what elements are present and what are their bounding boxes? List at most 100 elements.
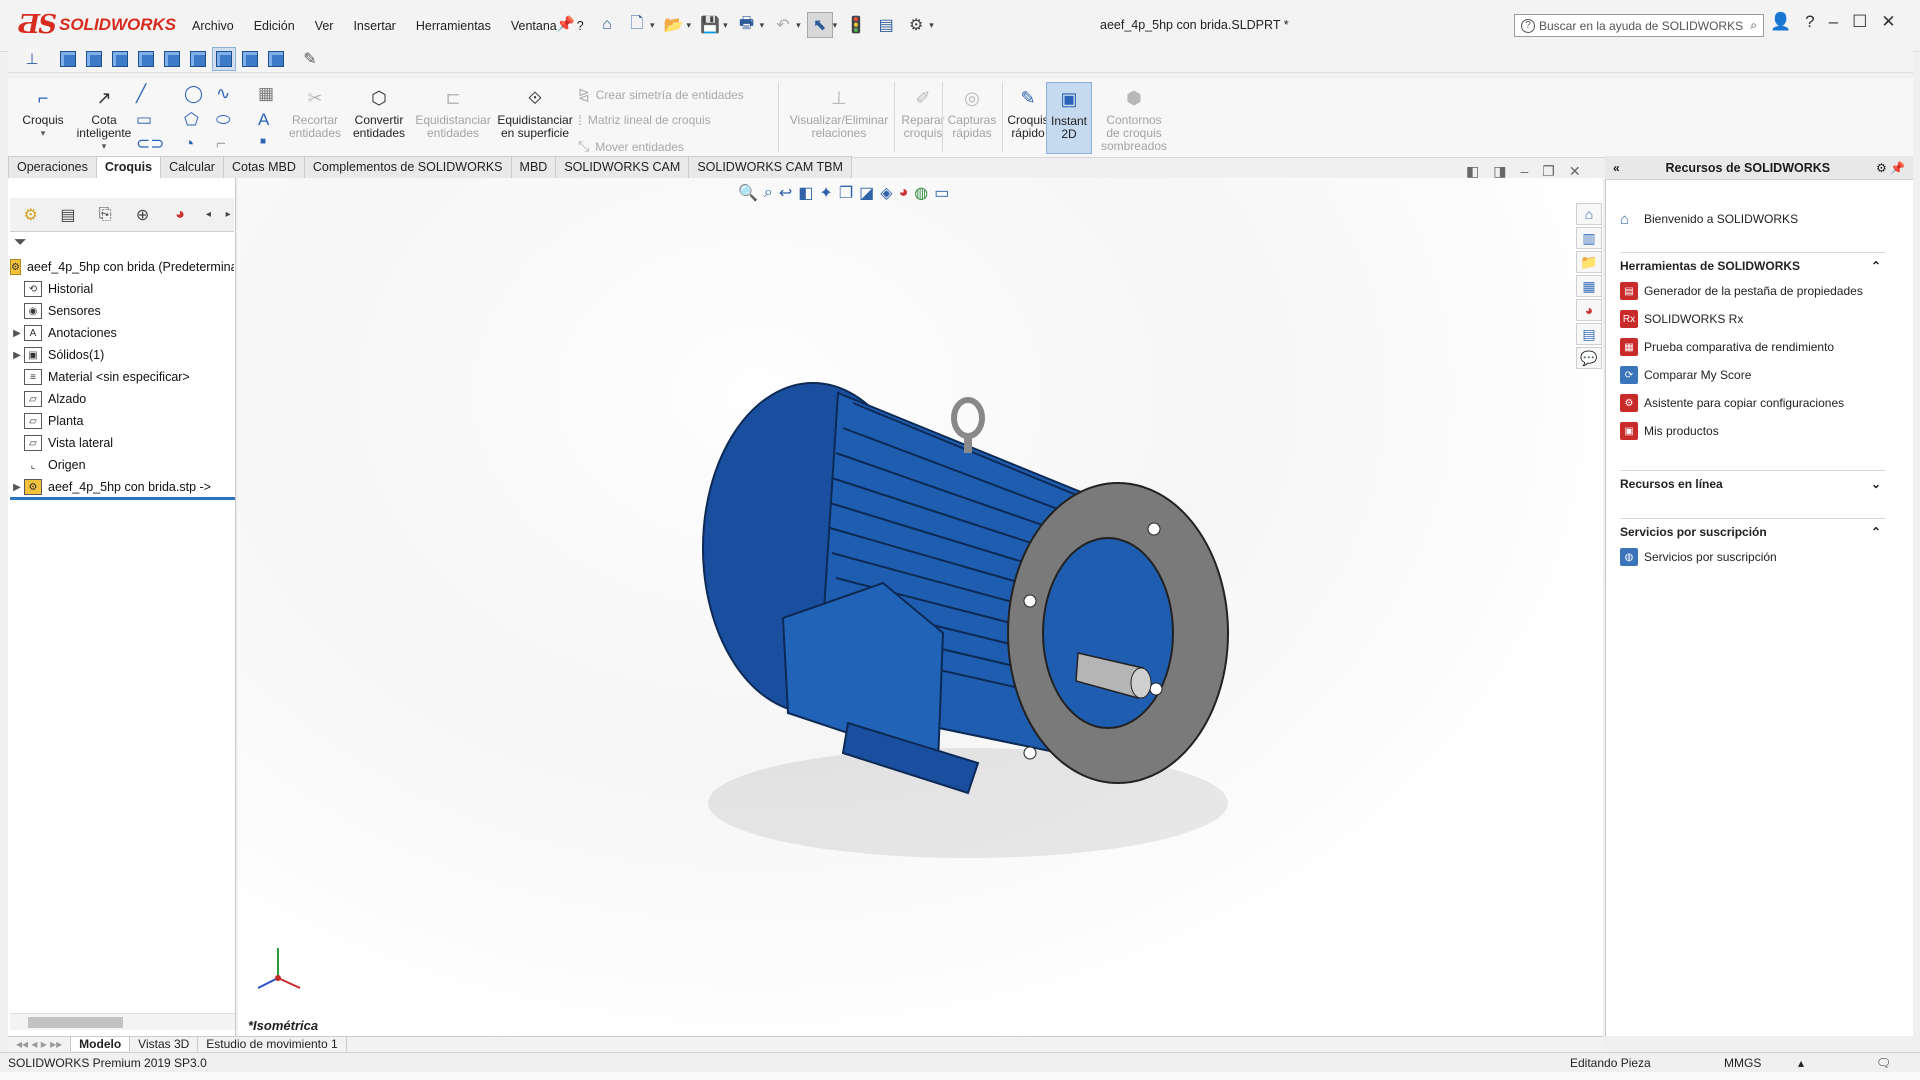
- save-dropdown-icon[interactable]: ▾: [723, 20, 728, 31]
- tab-calcular[interactable]: Calcular: [160, 156, 224, 178]
- view-right-icon[interactable]: [134, 47, 158, 71]
- undo-icon[interactable]: ↶: [770, 12, 796, 38]
- convertir-button[interactable]: ⬡ Convertir entidades: [348, 82, 410, 140]
- file-properties-icon[interactable]: ▤: [873, 12, 899, 38]
- subscription-item[interactable]: ◍ Servicios por suscripción: [1620, 543, 1885, 571]
- feature-manager-icon[interactable]: ⚙: [16, 202, 45, 228]
- cota-inteligente-button[interactable]: ↗ Cota inteligente ▾: [72, 82, 136, 153]
- tree-item-sensores[interactable]: ◉ Sensores: [10, 300, 234, 322]
- chevron-up-icon[interactable]: ⌃: [1871, 259, 1881, 273]
- search-icon[interactable]: ⌕: [1750, 18, 1757, 33]
- view-bottom-icon[interactable]: [186, 47, 210, 71]
- view-dimetric-icon[interactable]: [264, 47, 288, 71]
- view-left-icon[interactable]: [108, 47, 132, 71]
- options-dropdown-icon[interactable]: ▾: [929, 20, 934, 31]
- chevron-up-icon[interactable]: ⌃: [1871, 525, 1881, 539]
- move-entities-button[interactable]: ⤡ Mover entidades: [578, 138, 684, 155]
- previous-view-icon[interactable]: ↩: [779, 183, 792, 203]
- fillet-icon[interactable]: ◔: [184, 134, 194, 154]
- design-library-icon[interactable]: ▥: [1576, 227, 1602, 249]
- visualizar-relaciones-button[interactable]: ⊥ Visualizar/Eliminar relaciones: [784, 82, 894, 140]
- edit-appearance-icon[interactable]: ◕: [899, 184, 909, 202]
- viewport-minimize-icon[interactable]: –: [1520, 163, 1528, 180]
- home-icon[interactable]: ⌂: [594, 12, 620, 38]
- units-selector[interactable]: MMGS: [1724, 1056, 1761, 1070]
- apply-scene-icon[interactable]: ◍: [914, 183, 928, 203]
- menu-herramientas[interactable]: Herramientas: [406, 17, 501, 35]
- hide-show-icon[interactable]: ◈: [880, 183, 892, 203]
- new-document-icon[interactable]: 🗋: [624, 12, 650, 38]
- zoom-to-fit-icon[interactable]: 🔍: [738, 183, 758, 203]
- collapse-pane-icon[interactable]: «: [1613, 161, 1620, 175]
- help-icon[interactable]: ?: [1805, 12, 1814, 32]
- view-top-icon[interactable]: [160, 47, 184, 71]
- print-icon[interactable]: 🖶: [734, 12, 760, 38]
- rollback-bar[interactable]: [10, 497, 235, 500]
- pin-icon[interactable]: 📌: [556, 15, 575, 33]
- file-explorer-icon[interactable]: 📁: [1576, 251, 1602, 273]
- view-front-icon[interactable]: [56, 47, 80, 71]
- chamfer-icon[interactable]: ⌐: [216, 134, 226, 154]
- rebuild-icon[interactable]: 🚦: [843, 12, 869, 38]
- view-back-icon[interactable]: [82, 47, 106, 71]
- view-palette-icon[interactable]: ▦: [1576, 275, 1602, 297]
- minimize-icon[interactable]: –: [1829, 12, 1838, 32]
- chevron-down-icon[interactable]: ⌄: [1871, 477, 1881, 491]
- tree-item-anotaciones[interactable]: ▶ A Anotaciones: [10, 322, 234, 344]
- slot-icon[interactable]: ⊂⊃: [136, 134, 165, 154]
- reparar-croquis-button[interactable]: ✐ Reparar croquis: [894, 82, 952, 140]
- tool-item[interactable]: ⟳ Comparar My Score: [1620, 361, 1885, 389]
- tab-nav-arrows[interactable]: ◂◂ ◂ ▸ ▸▸: [8, 1037, 72, 1051]
- expand-chevron-icon[interactable]: ▶: [10, 482, 24, 493]
- menu-archivo[interactable]: Archivo: [182, 17, 244, 35]
- tree-item-solidos[interactable]: ▶ ▣ Sólidos(1): [10, 344, 234, 366]
- construction-grid-icon[interactable]: ▦: [258, 84, 274, 104]
- normal-to-icon[interactable]: ⊥: [20, 47, 44, 71]
- tab-solidworks-cam-tbm[interactable]: SOLIDWORKS CAM TBM: [688, 156, 852, 178]
- tree-horizontal-scrollbar[interactable]: [10, 1013, 235, 1030]
- tab-estudio-movimiento[interactable]: Estudio de movimiento 1: [198, 1037, 347, 1051]
- tab-solidworks-cam[interactable]: SOLIDWORKS CAM: [555, 156, 690, 178]
- welcome-link[interactable]: ⌂ Bienvenido a SOLIDWORKS: [1620, 205, 1885, 233]
- croquis-button[interactable]: ⌐ Croquis ▾: [14, 82, 72, 140]
- open-icon[interactable]: 📂: [661, 12, 687, 38]
- ellipse-icon[interactable]: ⬭: [216, 110, 231, 130]
- filter-icon[interactable]: ⏷: [14, 234, 27, 252]
- new-dropdown-icon[interactable]: ▾: [650, 20, 655, 31]
- save-icon[interactable]: 💾: [697, 12, 723, 38]
- forum-icon[interactable]: 💬: [1576, 347, 1602, 369]
- dimxpert-icon[interactable]: ⊕: [128, 202, 157, 228]
- select-dropdown-icon[interactable]: ▾: [833, 20, 838, 31]
- tool-item[interactable]: ▤ Generador de la pestaña de propiedades: [1620, 277, 1885, 305]
- view-isometric-icon[interactable]: [212, 46, 236, 71]
- custom-properties-icon[interactable]: ▤: [1576, 323, 1602, 345]
- equidistanciar-superficie-button[interactable]: ⟐ Equidistanciar en superficie: [494, 82, 576, 140]
- help-search-box[interactable]: ? Buscar en la ayuda de SOLIDWORKS ⌕: [1514, 14, 1764, 37]
- select-cursor-icon[interactable]: ⬉: [806, 12, 833, 38]
- viewport-split-right-icon[interactable]: ◨: [1493, 163, 1506, 180]
- tool-item[interactable]: Rx SOLIDWORKS Rx: [1620, 305, 1885, 333]
- tab-complementos[interactable]: Complementos de SOLIDWORKS: [303, 156, 512, 178]
- online-resources-header[interactable]: Recursos en línea ⌄: [1620, 470, 1885, 495]
- tree-item-historial[interactable]: ⟲ Historial: [10, 278, 234, 300]
- print-dropdown-icon[interactable]: ▾: [760, 20, 765, 31]
- view-orientation-icon[interactable]: ❐: [839, 183, 853, 203]
- options-gear-icon[interactable]: ⚙: [903, 12, 929, 38]
- dynamic-annotation-icon[interactable]: ✦: [819, 183, 832, 203]
- tab-mbd[interactable]: MBD: [510, 156, 557, 178]
- subscription-header[interactable]: Servicios por suscripción ⌃: [1620, 518, 1885, 543]
- tree-item-planta[interactable]: ▱ Planta: [10, 410, 234, 432]
- display-style-icon[interactable]: ◪: [859, 183, 874, 203]
- instant-2d-button[interactable]: ▣ Instant 2D: [1046, 82, 1092, 154]
- pane-options-icon[interactable]: ⚙ 📌: [1876, 161, 1905, 175]
- tree-item-origen[interactable]: ⌞ Origen: [10, 454, 234, 476]
- solidworks-logo[interactable]: ƋS SOLIDWORKS: [18, 8, 176, 42]
- user-icon[interactable]: 👤: [1770, 12, 1791, 32]
- capturas-rapidas-button[interactable]: ◎ Capturas rápidas: [946, 82, 998, 140]
- close-icon[interactable]: ✕: [1881, 12, 1895, 32]
- circle-icon[interactable]: ◯: [184, 84, 203, 104]
- viewport-restore-icon[interactable]: ❐: [1542, 163, 1555, 180]
- display-manager-icon[interactable]: ◕: [165, 202, 194, 228]
- tree-item-vista-lateral[interactable]: ▱ Vista lateral: [10, 432, 234, 454]
- panel-scroll-left-icon[interactable]: ◂: [203, 202, 215, 228]
